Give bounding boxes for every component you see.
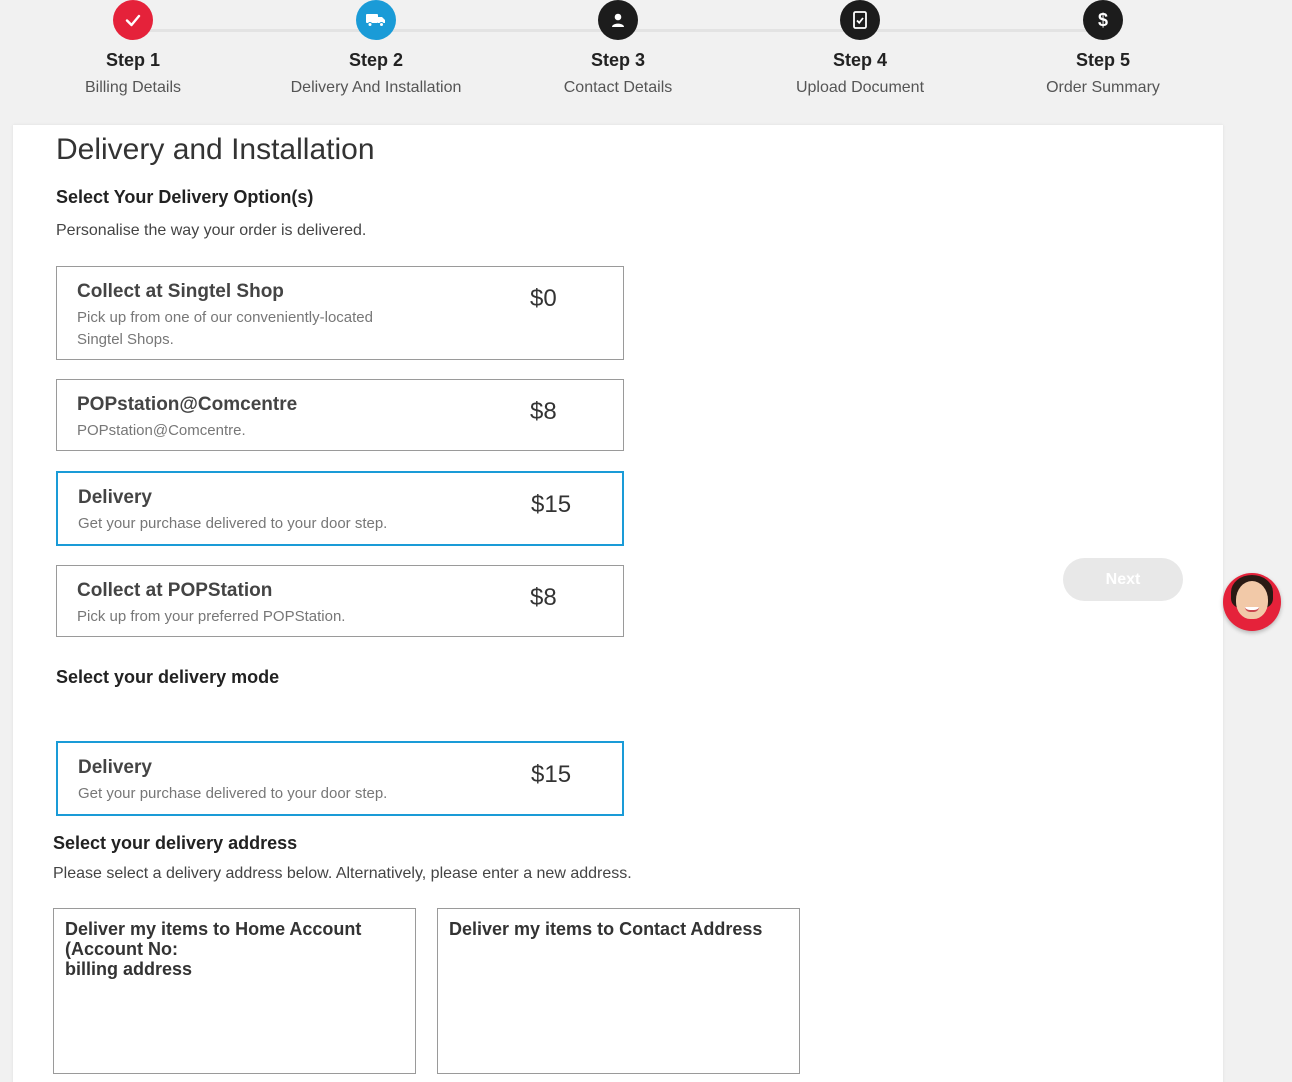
- option-description: Get your purchase delivered to your door…: [78, 515, 388, 532]
- next-button[interactable]: Next: [1063, 558, 1183, 601]
- step-subtitle: Contact Details: [563, 79, 673, 96]
- progress-stepper: Step 1 Billing Details Step 2 Delivery A…: [0, 0, 1292, 125]
- dollar-icon: $: [1083, 0, 1123, 40]
- address-line: Deliver my items to Contact Address: [449, 919, 763, 939]
- step-subtitle: Upload Document: [795, 79, 925, 96]
- truck-icon: [356, 0, 396, 40]
- delivery-address-subtext: Please select a delivery address below. …: [53, 865, 632, 882]
- option-price: $8: [530, 398, 557, 425]
- step-title: Step 1: [105, 50, 161, 70]
- address-card-contact-address[interactable]: Deliver my items to Contact Address: [437, 908, 800, 1074]
- document-icon: [840, 0, 880, 40]
- mode-delivery[interactable]: Delivery Get your purchase delivered to …: [56, 741, 624, 816]
- delivery-address-heading: Select your delivery address: [53, 833, 298, 853]
- address-line: billing address: [65, 959, 193, 979]
- chat-assistant-avatar[interactable]: [1223, 573, 1281, 631]
- option-description: Pick up from one of our conveniently-loc…: [77, 309, 373, 348]
- delivery-options-subtext: Personalise the way your order is delive…: [56, 222, 367, 239]
- step-delivery-installation[interactable]: Step 2 Delivery And Installation: [266, 0, 486, 97]
- option-collect-singtel-shop[interactable]: Collect at Singtel Shop Pick up from one…: [56, 266, 624, 360]
- option-popstation-comcentre[interactable]: POPstation@Comcentre POPstation@Comcentr…: [56, 379, 624, 451]
- avatar-face: [1236, 581, 1268, 619]
- step-title: Step 5: [1075, 50, 1131, 70]
- delivery-options-heading: Select Your Delivery Option(s): [56, 187, 314, 207]
- option-description: POPstation@Comcentre.: [77, 422, 246, 439]
- step-billing-details[interactable]: Step 1 Billing Details: [23, 0, 243, 97]
- delivery-mode-heading: Select your delivery mode: [56, 667, 280, 687]
- option-price: $8: [530, 584, 557, 611]
- address-line: Deliver my items to Home Account: [65, 919, 362, 939]
- option-price: $0: [530, 285, 557, 312]
- step-subtitle: Order Summary: [1046, 79, 1160, 96]
- check-icon: [113, 0, 153, 40]
- user-icon: [598, 0, 638, 40]
- option-description: Pick up from your preferred POPStation.: [77, 608, 346, 625]
- step-subtitle: Billing Details: [84, 79, 182, 96]
- step-subtitle: Delivery And Installation: [290, 79, 462, 96]
- option-price: $15: [531, 491, 572, 518]
- step-contact-details[interactable]: Step 3 Contact Details: [508, 0, 728, 97]
- option-price: $15: [531, 761, 572, 788]
- option-title: Delivery: [78, 487, 152, 508]
- delivery-panel: Delivery and Installation Select Your De…: [13, 125, 1223, 1082]
- option-collect-popstation[interactable]: Collect at POPStation Pick up from your …: [56, 565, 624, 637]
- address-line: (Account No:: [65, 939, 178, 959]
- step-title: Step 3: [590, 50, 646, 70]
- step-title: Step 2: [348, 50, 404, 70]
- option-title: Delivery: [78, 757, 152, 778]
- address-card-home-account[interactable]: Deliver my items to Home Account (Accoun…: [53, 908, 416, 1074]
- step-upload-document[interactable]: Step 4 Upload Document: [750, 0, 970, 97]
- option-title: Collect at POPStation: [77, 580, 273, 601]
- option-title: POPstation@Comcentre: [77, 394, 298, 415]
- option-description: Get your purchase delivered to your door…: [78, 785, 388, 802]
- option-title: Collect at Singtel Shop: [77, 281, 284, 302]
- step-order-summary[interactable]: $ Step 5 Order Summary: [993, 0, 1213, 97]
- step-title: Step 4: [832, 50, 888, 70]
- page-title: Delivery and Installation: [56, 133, 375, 166]
- option-delivery[interactable]: Delivery Get your purchase delivered to …: [56, 471, 624, 546]
